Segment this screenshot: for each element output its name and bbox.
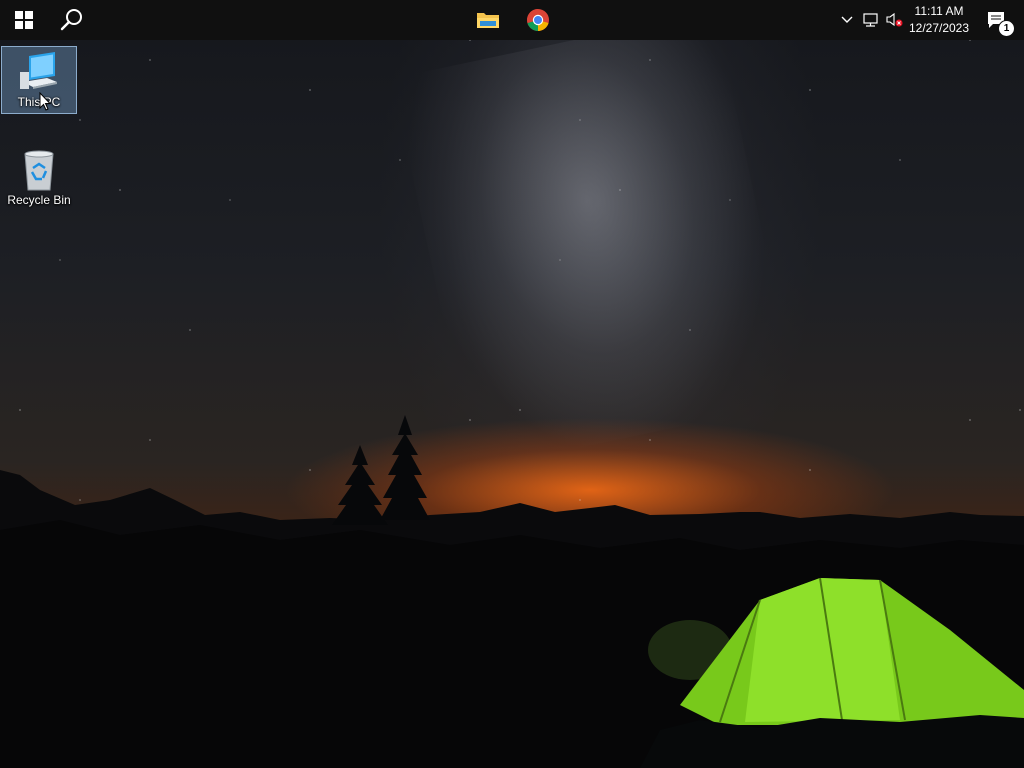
clock-date: 12/27/2023	[908, 21, 970, 35]
taskbar-chrome[interactable]	[514, 0, 562, 40]
network-icon	[863, 13, 878, 27]
recycle-bin-icon	[24, 150, 54, 191]
action-center-button[interactable]: 1	[976, 0, 1016, 40]
chrome-icon	[527, 9, 549, 31]
network-tray-button[interactable]	[860, 0, 882, 40]
taskbar-clock[interactable]: 11:11 AM 12/27/2023	[906, 0, 972, 40]
chevron-down-icon	[841, 16, 853, 23]
mouse-cursor-icon	[39, 92, 51, 111]
landscape-scene	[0, 415, 1024, 768]
clock-time: 11:11 AM	[914, 4, 964, 18]
notification-count-badge: 1	[998, 20, 1015, 37]
taskbar: 11:11 AM 12/27/2023 1	[0, 0, 1024, 40]
folder-icon	[477, 13, 499, 28]
desktop-icon-label: Recycle Bin	[7, 193, 71, 207]
desktop-wallpaper	[0, 0, 1024, 768]
search-button[interactable]	[48, 0, 96, 40]
tray-overflow-button[interactable]	[836, 0, 858, 40]
start-button[interactable]	[0, 0, 48, 40]
volume-tray-button[interactable]	[884, 0, 906, 40]
search-icon	[60, 9, 82, 31]
computer-icon	[20, 52, 57, 89]
volume-muted-icon	[886, 12, 903, 27]
desktop-icon-recycle-bin[interactable]: Recycle Bin	[1, 145, 77, 213]
taskbar-file-explorer[interactable]	[464, 0, 512, 40]
windows-logo-icon	[15, 11, 33, 29]
